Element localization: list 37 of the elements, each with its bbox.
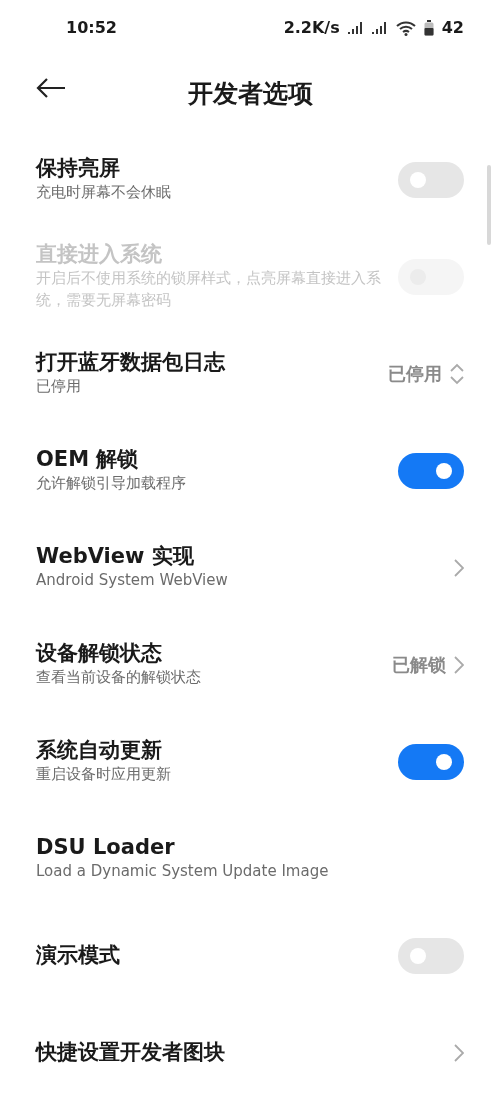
up-down-chevron-icon [450, 362, 464, 385]
battery-level: 42 [441, 17, 464, 39]
toggle-switch[interactable] [398, 161, 464, 198]
setting-description: 重启设备时应用更新 [36, 764, 172, 786]
setting-title: 快捷设置开发者图块 [36, 1038, 226, 1066]
setting-value: 已解锁 [392, 653, 446, 677]
setting-title: 系统自动更新 [36, 736, 163, 764]
signal-icon [371, 22, 388, 34]
toggle-switch[interactable] [398, 452, 464, 489]
chevron-right-icon [454, 1043, 464, 1062]
setting-description: 查看当前设备的解锁状态 [36, 667, 202, 689]
setting-title: WebView 实现 [36, 542, 195, 570]
setting-title: 保持亮屏 [36, 154, 121, 182]
wifi-icon [395, 20, 416, 36]
setting-description: 开启后不使用系统的锁屏样式，点亮屏幕直接进入系统，需要无屏幕密码 [36, 268, 382, 312]
setting-title: 演示模式 [36, 941, 121, 969]
page-title: 开发者选项 [187, 77, 313, 110]
setting-value: 已停用 [388, 362, 442, 386]
toggle-switch[interactable] [398, 937, 464, 974]
setting-description: 允许解锁引导加载程序 [36, 473, 187, 495]
battery-icon [423, 20, 434, 36]
clock: 10:52 [66, 17, 117, 39]
chevron-right-icon [454, 558, 464, 577]
setting-title: 直接进入系统 [36, 241, 163, 269]
setting-title: 设备解锁状态 [36, 639, 163, 667]
chevron-right-icon [454, 655, 464, 674]
setting-title: DSU Loader [36, 833, 176, 861]
back-arrow-icon[interactable] [36, 78, 66, 98]
network-speed: 2.2K/s [283, 17, 340, 39]
setting-description: 充电时屏幕不会休眠 [36, 182, 172, 204]
setting-description: Android System WebView [36, 570, 229, 592]
setting-title: OEM 解锁 [36, 445, 140, 473]
setting-description: 已停用 [36, 376, 82, 398]
setting-title: 打开蓝牙数据包日志 [36, 348, 226, 376]
setting-description: Load a Dynamic System Update Image [36, 861, 330, 883]
toggle-switch[interactable] [398, 743, 464, 780]
signal-icon [347, 22, 364, 34]
